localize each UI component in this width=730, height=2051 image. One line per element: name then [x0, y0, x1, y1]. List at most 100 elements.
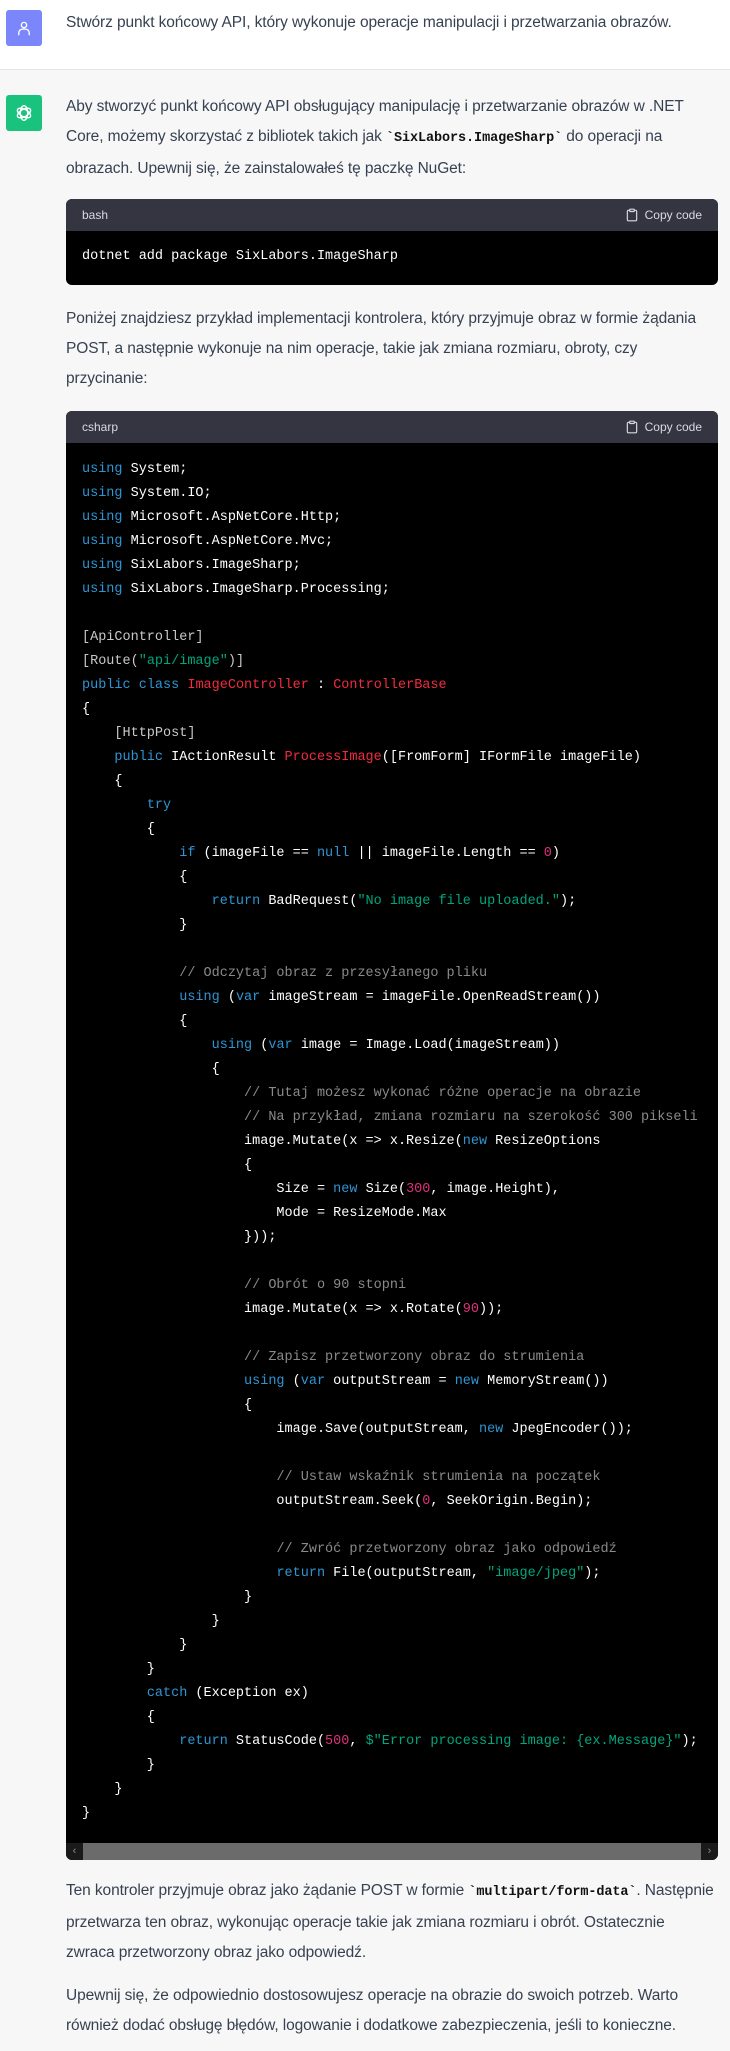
code-comment: // Tutaj możesz wykonać różne operacje n…: [244, 1086, 641, 1101]
code-comment: // Na przykład, zmiana rozmiaru na szero…: [244, 1110, 698, 1125]
code-text: , image.Height),: [430, 1182, 561, 1197]
code-text: IActionResult: [163, 750, 285, 765]
inline-code-imagesharp: `SixLabors.ImageSharp`: [386, 131, 563, 146]
code-line: using SixLabors.ImageSharp;: [82, 554, 702, 578]
code-attribute: )]: [227, 654, 245, 669]
code-keyword: new: [454, 1374, 479, 1389]
code-line: [Route("api/image")]: [82, 650, 702, 674]
code-class-name: ProcessImage: [284, 750, 382, 765]
code-line: {: [82, 1394, 702, 1418]
code-line: return File(outputStream, "image/jpeg");: [82, 1562, 702, 1586]
code-number: 90: [462, 1302, 479, 1317]
code-line: {: [82, 1058, 702, 1082]
code-text: );: [681, 1734, 698, 1749]
assistant-middle-paragraph: Poniżej znajdziesz przykład implementacj…: [66, 310, 697, 387]
outro-text-before: Ten kontroler przyjmuje obraz jako żądan…: [66, 1882, 469, 1899]
code-text: (Exception ex): [187, 1686, 309, 1701]
code-text: Mode = ResizeMode.Max: [82, 1206, 447, 1221]
scroll-left-icon[interactable]: ‹: [66, 1843, 83, 1860]
code-text: (: [284, 1374, 301, 1389]
code-keyword: class: [138, 678, 180, 693]
code-line: outputStream.Seek(0, SeekOrigin.Begin);: [82, 1490, 702, 1514]
code-line: // Odczytaj obraz z przesyłanego pliku: [82, 962, 702, 986]
code-text: System.IO;: [122, 486, 212, 501]
code-line: dotnet add package SixLabors.ImageSharp: [82, 249, 398, 264]
copy-code-button[interactable]: Copy code: [625, 208, 702, 222]
code-text: Microsoft.AspNetCore.Mvc;: [122, 534, 334, 549]
code-line: return StatusCode(500, $"Error processin…: [82, 1730, 702, 1754]
code-text: }: [82, 1758, 155, 1773]
code-line: {: [82, 866, 702, 890]
code-line: image.Save(outputStream, new JpegEncoder…: [82, 1418, 702, 1442]
horizontal-scrollbar[interactable]: ‹ ›: [66, 1843, 718, 1860]
code-text: {: [82, 1158, 253, 1173]
code-text: }: [82, 1806, 91, 1821]
code-comment: // Zapisz przetworzony obraz do strumien…: [244, 1350, 585, 1365]
code-text: {: [82, 870, 188, 885]
code-keyword: using: [82, 510, 123, 525]
code-line: // Obrót o 90 stopni: [82, 1274, 702, 1298]
code-line: }));: [82, 1226, 702, 1250]
code-line: {: [82, 1706, 702, 1730]
code-text: (: [219, 990, 236, 1005]
code-keyword: return: [179, 1734, 228, 1749]
code-text: );: [584, 1566, 601, 1581]
code-keyword: if: [179, 846, 196, 861]
code-text: MemoryStream()): [479, 1374, 609, 1389]
code-line: using Microsoft.AspNetCore.Http;: [82, 506, 702, 530]
code-keyword: using: [82, 582, 123, 597]
code-text: SixLabors.ImageSharp;: [122, 558, 301, 573]
code-line: // Tutaj możesz wykonać różne operacje n…: [82, 1082, 702, 1106]
code-line: using Microsoft.AspNetCore.Mvc;: [82, 530, 702, 554]
code-line: [ApiController]: [82, 626, 702, 650]
code-keyword: return: [276, 1566, 326, 1581]
clipboard-icon: [626, 208, 637, 222]
code-text: Size =: [82, 1182, 334, 1197]
copy-code-label: Copy code: [644, 208, 702, 222]
code-text: JpegEncoder());: [503, 1422, 633, 1437]
code-line: using System;: [82, 458, 702, 482]
code-comment: // Odczytaj obraz z przesyłanego pliku: [179, 966, 488, 981]
assistant-intro-paragraph: Aby stworzyć punkt końcowy API obsługują…: [66, 92, 716, 184]
code-text: }: [82, 1590, 253, 1605]
copy-code-button[interactable]: Copy code: [625, 420, 702, 434]
code-keyword: var: [268, 1038, 293, 1053]
code-keyword: using: [82, 558, 123, 573]
assistant-avatar: [6, 95, 42, 131]
scroll-right-icon[interactable]: ›: [701, 1843, 718, 1860]
code-keyword: var: [235, 990, 261, 1005]
code-text: {: [82, 822, 155, 837]
code-line: // Ustaw wskaźnik strumienia na początek: [82, 1466, 702, 1490]
code-keyword: using: [82, 534, 123, 549]
code-line: try: [82, 794, 702, 818]
inline-code-multipart: `multipart/form-data`: [468, 1885, 637, 1900]
csharp-code-content: using System; using System.IO; using Micro…: [66, 443, 718, 1843]
code-line: }: [82, 1634, 702, 1658]
code-text: image.Save(outputStream,: [82, 1422, 479, 1437]
code-class-name: ControllerBase: [333, 678, 447, 693]
code-header: bash Copy code: [66, 199, 718, 231]
code-text: Microsoft.AspNetCore.Http;: [122, 510, 342, 525]
csharp-code-block: csharp Copy code using System; using Syst…: [66, 411, 718, 1860]
code-class-name: ImageController: [187, 678, 309, 693]
code-text: , SeekOrigin.Begin);: [430, 1494, 593, 1509]
code-keyword: using: [82, 462, 123, 477]
code-line: using (var image = Image.Load(imageStrea…: [82, 1034, 702, 1058]
code-comment: // Zwróć przetworzony obraz jako odpowie…: [276, 1542, 617, 1557]
code-text: {: [82, 1710, 155, 1725]
code-line: }: [82, 914, 702, 938]
code-number: 0: [543, 846, 552, 861]
scrollbar-thumb[interactable]: [83, 1843, 701, 1860]
code-line: {: [82, 770, 702, 794]
code-keyword: null: [316, 846, 350, 861]
code-keyword: var: [300, 1374, 326, 1389]
code-text: SixLabors.ImageSharp.Processing;: [122, 582, 390, 597]
